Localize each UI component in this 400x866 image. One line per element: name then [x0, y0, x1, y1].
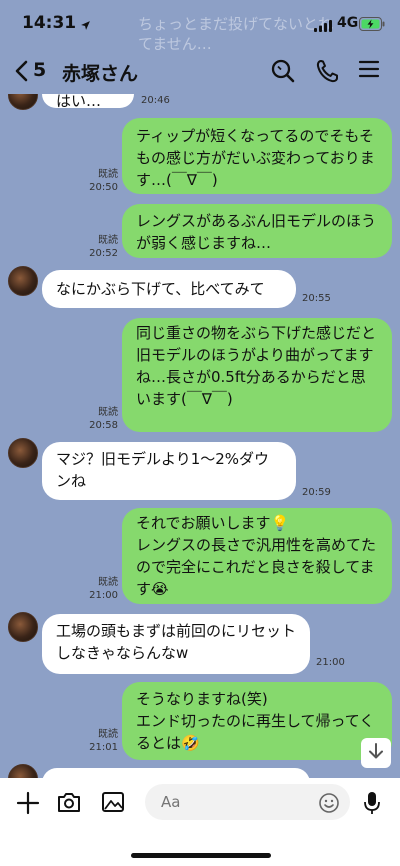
- avatar[interactable]: [8, 612, 38, 642]
- menu-icon[interactable]: [358, 58, 380, 84]
- message-bubble-outgoing[interactable]: それでお願いします💡 レングスの長さで汎用性を高めてたので完全にこれだと良さを殺…: [122, 508, 392, 604]
- message-meta: 21:00: [316, 656, 356, 669]
- network-type: 4G: [337, 15, 359, 31]
- message-bubble-incoming[interactable]: マジ？旧モデルより1〜2%ダウンね: [42, 442, 296, 500]
- message-text: レングスがあるぶん旧モデルのほうが弱く感じますね…: [136, 212, 377, 252]
- message-bubble-outgoing[interactable]: 同じ重さの物をぶら下げた感じだと 旧モデルのほうがより曲がってますね…長さが0.…: [122, 318, 392, 432]
- message-bubble-outgoing[interactable]: ティップが短くなってるのでそもそもの感じ方がだいぶ変わっております…(￣∇￣): [122, 118, 392, 194]
- message-meta: 既読 21:00: [80, 576, 118, 602]
- microphone-icon[interactable]: [364, 791, 380, 819]
- message-text: そうなりますね(笑) エンド切ったのに再生して帰ってくるとは🤣: [136, 690, 375, 752]
- arrow-down-icon: [368, 742, 384, 764]
- message-bubble-outgoing[interactable]: そうなりますね(笑) エンド切ったのに再生して帰ってくるとは🤣: [122, 682, 392, 760]
- message-time: 20:46: [141, 95, 170, 106]
- scroll-to-bottom-button[interactable]: [361, 738, 391, 768]
- message-bubble-incoming[interactable]: なにかぶら下げて、比べてみて: [42, 270, 296, 308]
- image-icon[interactable]: [101, 791, 125, 817]
- message-text: 工場の頭もまずは前回のにリセットしなきゃならんなw: [56, 622, 297, 662]
- chat-header: 5 赤塚さん: [0, 48, 400, 94]
- message-text: それでお願いします💡 レングスの長さで汎用性を高めてたので完全にこれだと良さを殺…: [136, 514, 377, 598]
- camera-icon[interactable]: [57, 791, 81, 817]
- message-time: 21:01: [89, 742, 118, 753]
- signal-icon: [314, 17, 333, 36]
- home-indicator: [131, 853, 271, 858]
- message-meta: 20:55: [302, 292, 342, 305]
- read-status: 既読: [98, 407, 118, 418]
- message-time: 20:58: [89, 420, 118, 431]
- message-text: なにかぶら下げて、比べてみて: [56, 280, 265, 298]
- message-bubble-incoming[interactable]: 工場の頭もまずは前回のにリセットしなきゃならんなw: [42, 614, 310, 674]
- status-time: 14:31: [22, 13, 77, 33]
- message-time: 21:00: [316, 657, 345, 668]
- message-time: 20:52: [89, 248, 118, 259]
- message-time: 21:00: [89, 590, 118, 601]
- message-text: マジ？旧モデルより1〜2%ダウンね: [56, 450, 270, 490]
- read-status: 既読: [98, 169, 118, 180]
- message-time: 20:50: [89, 182, 118, 193]
- avatar[interactable]: [8, 764, 38, 778]
- avatar[interactable]: [8, 438, 38, 468]
- message-bubble-incoming[interactable]: [42, 768, 310, 778]
- emoji-icon[interactable]: [318, 792, 340, 818]
- message-meta: 20:59: [302, 486, 342, 499]
- read-status: 既読: [98, 729, 118, 740]
- message-meta: 既読 20:50: [80, 168, 118, 194]
- battery-charging-icon: [359, 16, 385, 35]
- message-bubble-outgoing[interactable]: レングスがあるぶん旧モデルのほうが弱く感じますね…: [122, 204, 392, 258]
- read-status: 既読: [98, 577, 118, 588]
- message-text: 同じ重さの物をぶら下げた感じだと 旧モデルのほうがより曲がってますね…長さが0.…: [136, 324, 377, 408]
- message-text: はい…: [56, 94, 102, 110]
- phone-icon[interactable]: [315, 58, 339, 88]
- back-chevron-icon[interactable]: [14, 60, 28, 86]
- status-bar: 14:31 4G: [0, 0, 400, 48]
- message-bubble-incoming[interactable]: はい…: [42, 94, 134, 110]
- message-time: 20:59: [302, 487, 331, 498]
- chat-title[interactable]: 赤塚さん: [62, 59, 138, 86]
- message-text: ティップが短くなってるのでそもそもの感じ方がだいぶ変わっております…(￣∇￣): [136, 127, 375, 189]
- message-meta: 既読 20:58: [80, 406, 118, 432]
- plus-icon[interactable]: [16, 791, 40, 819]
- message-meta: 既読 20:52: [80, 234, 118, 260]
- search-icon[interactable]: [270, 58, 296, 88]
- chat-area[interactable]: はい… 20:46 ティップが短くなってるのでそもそもの感じ方がだいぶ変わってお…: [0, 94, 400, 778]
- unread-count[interactable]: 5: [33, 59, 46, 81]
- location-arrow-icon: [80, 16, 91, 35]
- avatar[interactable]: [8, 94, 38, 110]
- message-time: 20:55: [302, 293, 331, 304]
- avatar[interactable]: [8, 266, 38, 296]
- read-status: 既読: [98, 235, 118, 246]
- message-meta: 20:46: [141, 94, 181, 107]
- message-meta: 既読 21:01: [80, 728, 118, 754]
